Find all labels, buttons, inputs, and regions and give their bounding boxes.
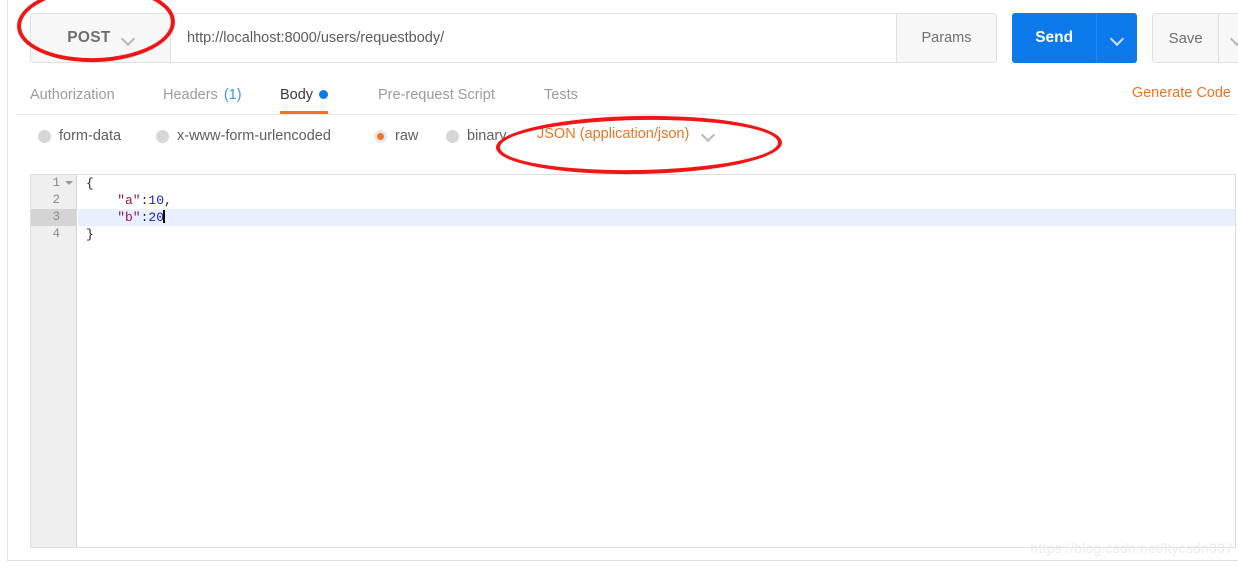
tab-label: Tests xyxy=(544,86,578,103)
tab-body[interactable]: Body xyxy=(280,76,329,114)
code-token-key: "a" xyxy=(86,193,141,208)
tab-headers[interactable]: Headers (1) xyxy=(163,76,242,113)
code-line[interactable]: "a":10, xyxy=(78,192,1235,209)
gutter-line-number: 1 xyxy=(31,175,76,192)
radio-label: x-www-form-urlencoded xyxy=(177,128,331,144)
code-token-num: 10 xyxy=(148,193,165,208)
radio-x-www-form-urlencoded[interactable]: x-www-form-urlencoded xyxy=(156,128,331,144)
chevron-down-icon xyxy=(703,129,714,140)
gutter-line-number: 3 xyxy=(31,209,76,226)
params-button[interactable]: Params xyxy=(897,13,997,63)
http-method-label: POST xyxy=(67,29,111,46)
save-label: Save xyxy=(1168,29,1203,47)
body-modified-dot-icon xyxy=(319,90,329,99)
send-label: Send xyxy=(1035,29,1074,46)
radio-selected-icon xyxy=(374,129,387,143)
code-token-punct: , xyxy=(164,193,172,208)
tab-pre-request-script[interactable]: Pre-request Script xyxy=(378,76,495,113)
tab-label: Authorization xyxy=(30,86,115,103)
body-type-options: form-data x-www-form-urlencoded raw bina… xyxy=(16,114,1238,166)
code-line[interactable]: { xyxy=(78,175,1235,192)
editor-gutter: 12 34 xyxy=(31,175,77,547)
tab-label: Headers xyxy=(163,86,218,103)
text-cursor xyxy=(163,210,166,223)
code-token-num: 20 xyxy=(148,210,165,225)
gutter-line-number: 4 xyxy=(52,227,60,241)
send-button[interactable]: Send xyxy=(1012,13,1097,63)
gutter-line-number: 2 xyxy=(52,193,60,207)
radio-label: form-data xyxy=(59,128,122,144)
radio-label: raw xyxy=(395,128,419,144)
code-line[interactable]: } xyxy=(78,226,1235,243)
save-button-group: Save xyxy=(1152,13,1238,63)
tab-tests[interactable]: Tests xyxy=(544,76,578,113)
code-token-punct: } xyxy=(86,227,94,242)
watermark-text: https://blog.csdn.net/ltycsdn007 xyxy=(1030,540,1233,556)
chevron-down-icon xyxy=(123,33,134,44)
code-line[interactable]: "b":20 xyxy=(78,209,1235,226)
radio-raw[interactable]: raw xyxy=(374,128,418,144)
request-builder-panel: POST Params Send Save Authorizat xyxy=(7,0,1238,561)
tab-authorization[interactable]: Authorization xyxy=(30,76,115,113)
headers-count-badge: (1) xyxy=(223,86,242,103)
params-label: Params xyxy=(921,30,972,46)
radio-icon xyxy=(446,129,459,143)
save-button[interactable]: Save xyxy=(1153,14,1218,62)
radio-icon xyxy=(38,129,51,143)
radio-label: binary xyxy=(467,128,507,144)
radio-form-data[interactable]: form-data xyxy=(38,128,121,144)
radio-icon xyxy=(156,129,169,143)
editor-code-area[interactable]: { "a":10, "b":20} xyxy=(78,175,1235,547)
save-options-button[interactable] xyxy=(1218,14,1238,62)
code-token-punct: { xyxy=(86,176,94,191)
chevron-down-icon xyxy=(1232,33,1238,44)
fold-caret-icon[interactable] xyxy=(65,181,73,185)
radio-binary[interactable]: binary xyxy=(446,128,507,144)
tab-label: Pre-request Script xyxy=(378,86,495,103)
content-type-dropdown[interactable]: JSON (application/json) xyxy=(537,126,714,142)
request-url-bar: POST Params Send Save xyxy=(30,13,1238,63)
send-button-group: Send xyxy=(1012,13,1137,63)
code-token-key: "b" xyxy=(86,210,141,225)
request-tabs: Authorization Headers (1) Body Pre-reque… xyxy=(16,76,1238,115)
tab-label: Body xyxy=(280,86,314,103)
send-options-button[interactable] xyxy=(1096,13,1137,63)
generate-code-link[interactable]: Generate Code xyxy=(1132,85,1231,101)
http-method-dropdown[interactable]: POST xyxy=(30,13,170,63)
request-url-input[interactable] xyxy=(170,13,897,63)
chevron-down-icon xyxy=(1112,33,1123,44)
raw-body-editor[interactable]: 12 34 { "a":10, "b":20} xyxy=(30,174,1236,548)
content-type-label: JSON (application/json) xyxy=(537,126,690,142)
